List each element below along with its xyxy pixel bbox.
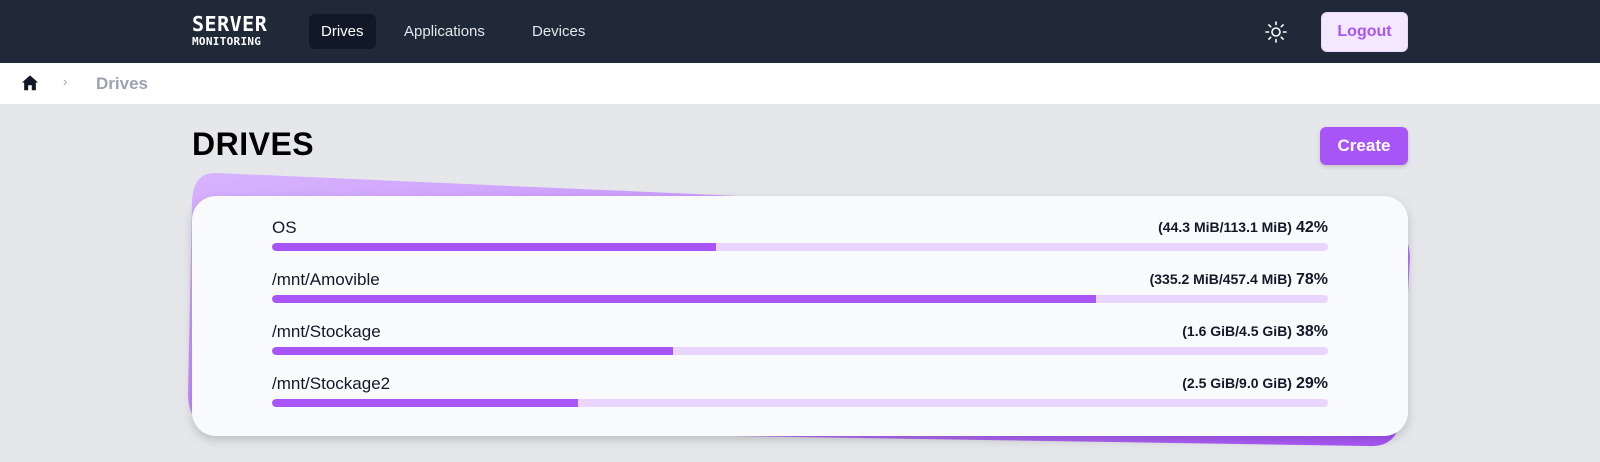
drive-usage: (335.2 MiB/457.4 MiB) 78% (1150, 271, 1328, 289)
drive-name: /mnt/Amovible (272, 270, 380, 289)
drives-card: OS (44.3 MiB/113.1 MiB) 42% /mnt/Amovible… (192, 196, 1408, 436)
drive-usage-size: (335.2 MiB/457.4 MiB) (1149, 271, 1292, 287)
drive-usage: (1.6 GiB/4.5 GiB) 38% (1182, 323, 1328, 341)
nav-link-devices[interactable]: Devices (520, 14, 597, 49)
page-title: DRIVES (192, 126, 315, 162)
create-button[interactable]: Create (1320, 127, 1408, 165)
drive-progress-fill (272, 295, 1096, 303)
drive-progress-bar (272, 295, 1328, 303)
drive-usage: (2.5 GiB/9.0 GiB) 29% (1182, 375, 1328, 393)
home-icon[interactable] (21, 74, 39, 92)
drive-progress-fill (272, 243, 716, 251)
nav-link-drives[interactable]: Drives (309, 14, 376, 49)
logo[interactable]: SERVER MONITORING (192, 14, 267, 47)
breadcrumb: › Drives (0, 63, 1600, 104)
chevron-right-icon: › (63, 74, 68, 89)
drive-progress-bar (272, 399, 1328, 407)
drive-progress-bar (272, 243, 1328, 251)
drive-name: OS (272, 218, 297, 237)
logo-subtitle: MONITORING (192, 35, 262, 48)
drive-name: /mnt/Stockage (272, 322, 381, 341)
drive-usage-percent: 42% (1295, 219, 1328, 236)
drive-usage-percent: 78% (1295, 271, 1328, 288)
logout-button[interactable]: Logout (1321, 12, 1408, 52)
top-navbar: SERVER MONITORING Drives Applications De… (0, 0, 1600, 63)
drive-progress-bar (272, 347, 1328, 355)
drive-progress-fill (272, 399, 579, 407)
drive-usage-size: (1.6 GiB/4.5 GiB) (1182, 323, 1292, 339)
drive-usage-percent: 29% (1295, 375, 1328, 392)
drive-usage-size: (2.5 GiB/9.0 GiB) (1182, 375, 1292, 391)
breadcrumb-current: Drives (96, 74, 148, 93)
drive-usage-percent: 38% (1295, 323, 1328, 340)
drive-progress-fill (272, 347, 674, 355)
drive-name: /mnt/Stockage2 (272, 374, 391, 393)
sun-icon[interactable] (1264, 20, 1288, 44)
logo-title: SERVER (192, 12, 268, 36)
nav-link-applications[interactable]: Applications (392, 14, 497, 49)
drive-usage: (44.3 MiB/113.1 MiB) 42% (1158, 219, 1328, 237)
drive-usage-size: (44.3 MiB/113.1 MiB) (1158, 219, 1292, 235)
